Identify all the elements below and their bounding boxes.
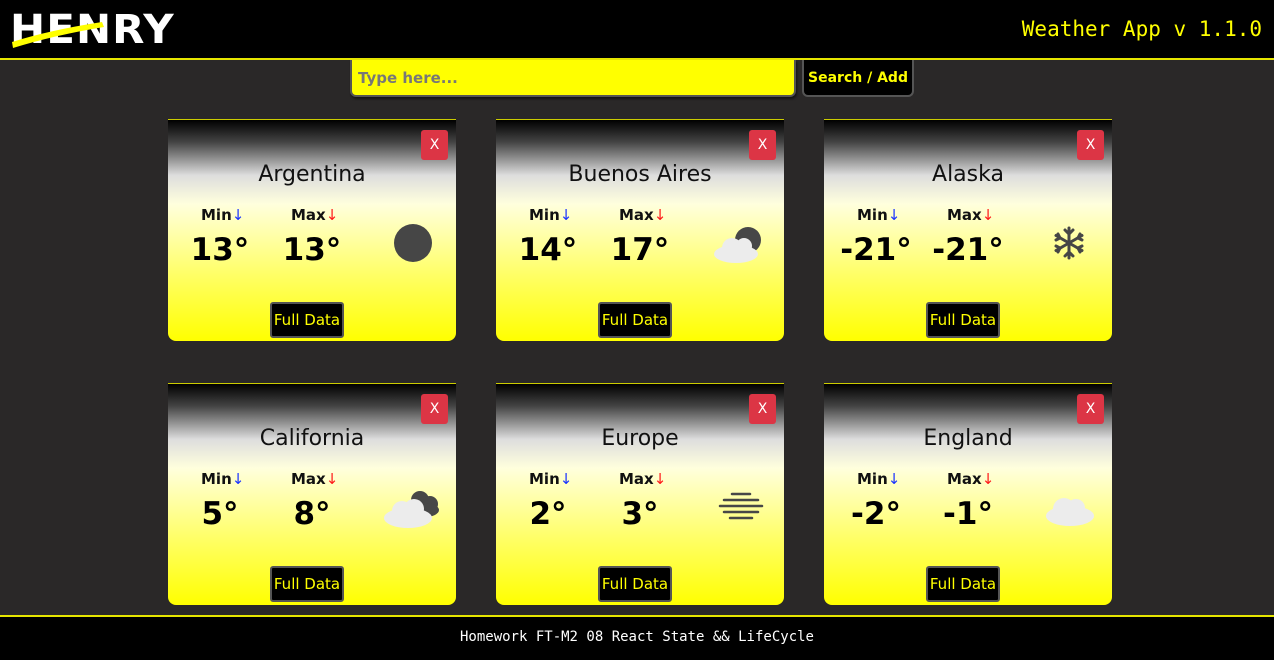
dark-circle-icon — [394, 224, 432, 262]
app-header: HENRY Weather App v 1.1.0 — [0, 0, 1274, 60]
arrow-down-icon: ↓ — [653, 470, 667, 488]
max-temp: 8° — [293, 496, 331, 532]
search-add-button[interactable]: Search / Add — [802, 60, 914, 97]
max-label: Max↓ — [619, 470, 667, 488]
arrow-down-icon: ↓ — [231, 206, 245, 224]
arrow-down-icon: ↓ — [887, 470, 901, 488]
city-name: Alaska — [932, 162, 1004, 187]
mist-icon — [718, 492, 764, 520]
full-data-button[interactable]: Full Data — [270, 302, 344, 338]
henry-logo: HENRY — [10, 7, 175, 53]
weather-card: X Europe Min↓ Max↓ 2° 3° Full Data — [496, 383, 784, 605]
close-card-button[interactable]: X — [749, 394, 776, 424]
close-card-button[interactable]: X — [749, 130, 776, 160]
full-data-button[interactable]: Full Data — [598, 302, 672, 338]
city-name: Argentina — [258, 162, 366, 187]
full-data-button[interactable]: Full Data — [598, 566, 672, 602]
max-temp: -1° — [943, 496, 993, 532]
max-temp: -21° — [932, 232, 1004, 268]
arrow-down-icon: ↓ — [981, 470, 995, 488]
full-data-button[interactable]: Full Data — [926, 302, 1000, 338]
min-label: Min↓ — [857, 470, 901, 488]
close-card-button[interactable]: X — [421, 394, 448, 424]
city-name: California — [259, 426, 365, 451]
min-temp: 5° — [201, 496, 239, 532]
min-label: Min↓ — [201, 470, 245, 488]
close-card-button[interactable]: X — [421, 130, 448, 160]
max-temp: 3° — [621, 496, 659, 532]
min-label: Min↓ — [857, 206, 901, 224]
close-card-button[interactable]: X — [1077, 394, 1104, 424]
logo-swoosh-icon — [12, 22, 104, 48]
full-data-button[interactable]: Full Data — [926, 566, 1000, 602]
max-label: Max↓ — [291, 470, 339, 488]
broken-clouds-icon — [384, 491, 439, 528]
arrow-down-icon: ↓ — [559, 206, 573, 224]
min-temp: 14° — [518, 232, 578, 268]
arrow-down-icon: ↓ — [325, 470, 339, 488]
max-label: Max↓ — [291, 206, 339, 224]
app-footer: Homework FT-M2 08 React State && LifeCyc… — [0, 615, 1274, 660]
arrow-down-icon: ↓ — [231, 470, 245, 488]
arrow-down-icon: ↓ — [559, 470, 573, 488]
arrow-down-icon: ↓ — [981, 206, 995, 224]
weather-card: X California Min↓ Max↓ 5° 8° Full Data — [168, 383, 456, 605]
max-temp: 17° — [610, 232, 670, 268]
app-title: Weather App v 1.1.0 — [1021, 17, 1262, 41]
min-temp: 13° — [190, 232, 250, 268]
close-card-button[interactable]: X — [1077, 130, 1104, 160]
city-name: Europe — [601, 426, 679, 451]
cloud-icon — [1046, 498, 1094, 526]
max-temp: 13° — [282, 232, 342, 268]
min-label: Min↓ — [529, 470, 573, 488]
min-label: Min↓ — [529, 206, 573, 224]
weather-card: X Alaska Min↓ Max↓ -21° -21° Full Data — [824, 119, 1112, 341]
min-temp: 2° — [529, 496, 567, 532]
weather-card: X Buenos Aires Min↓ Max↓ 14° 17° Full Da… — [496, 119, 784, 341]
full-data-button[interactable]: Full Data — [270, 566, 344, 602]
max-label: Max↓ — [619, 206, 667, 224]
arrow-down-icon: ↓ — [653, 206, 667, 224]
city-name: England — [923, 426, 1013, 451]
cloud-moon-icon — [714, 227, 761, 263]
city-name: Buenos Aires — [568, 162, 712, 187]
weather-card: X England Min↓ Max↓ -2° -1° Full Data — [824, 383, 1112, 605]
arrow-down-icon: ↓ — [887, 206, 901, 224]
min-label: Min↓ — [201, 206, 245, 224]
max-label: Max↓ — [947, 206, 995, 224]
weather-card: X Argentina Min↓ Max↓ 13° 13° Full Data — [168, 119, 456, 341]
max-label: Max↓ — [947, 470, 995, 488]
min-temp: -21° — [840, 232, 912, 268]
arrow-down-icon: ↓ — [325, 206, 339, 224]
min-temp: -2° — [851, 496, 901, 532]
footer-text: Homework FT-M2 08 React State && LifeCyc… — [459, 629, 814, 645]
search-input[interactable] — [350, 60, 796, 97]
snowflake-icon — [1054, 226, 1084, 260]
